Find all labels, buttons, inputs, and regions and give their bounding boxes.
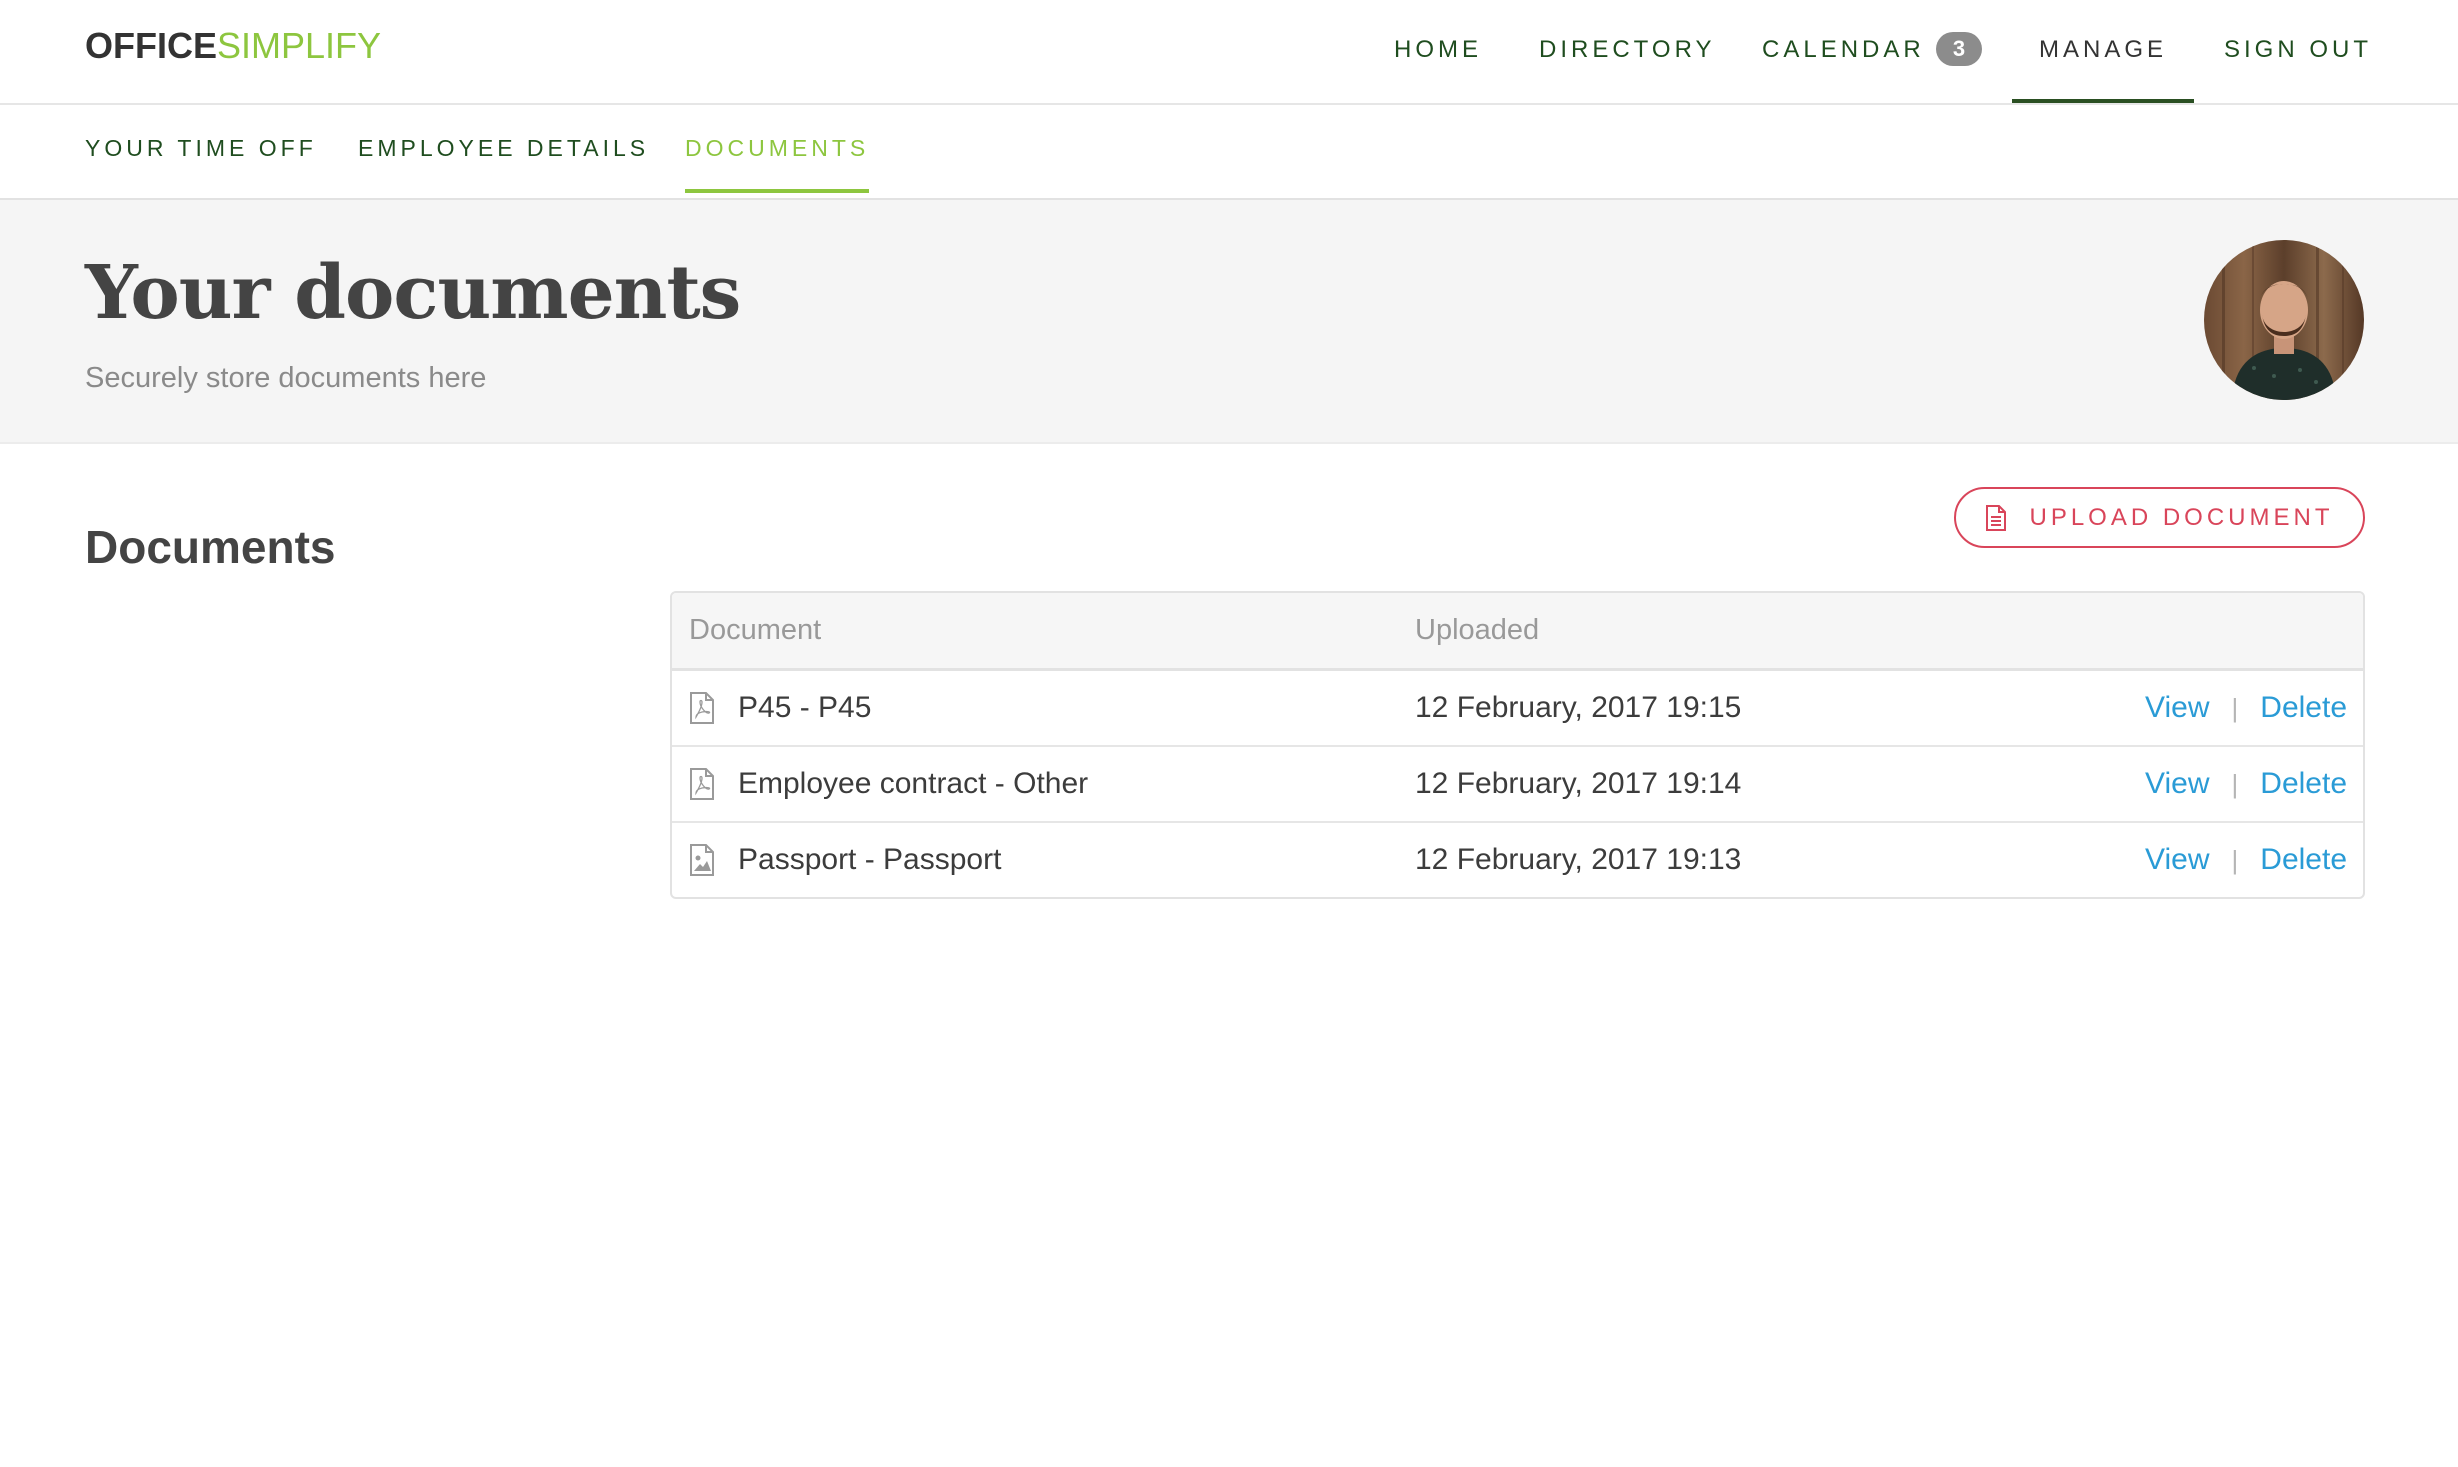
view-link[interactable]: View [2145,691,2209,724]
tab-documents[interactable]: DOCUMENTS [685,105,870,193]
tab-your-time-off[interactable]: YOUR TIME OFF [85,105,317,193]
nav-directory[interactable]: DIRECTORY [1539,0,1715,103]
avatar-photo [2204,240,2364,400]
nav-sign-out[interactable]: SIGN OUT [2224,0,2372,103]
document-name: P45 - P45 [738,691,872,724]
delete-link[interactable]: Delete [2260,691,2347,724]
uploaded-date: 12 February, 2017 19:13 [1415,843,1742,876]
page-subtitle: Securely store documents here [85,362,487,394]
document-name: Passport - Passport [738,843,1002,876]
uploaded-date: 12 February, 2017 19:15 [1415,691,1742,724]
document-icon [1986,504,2007,531]
document-name: Employee contract - Other [738,767,1089,800]
delete-link[interactable]: Delete [2260,767,2347,800]
uploaded-date: 12 February, 2017 19:14 [1415,767,1742,800]
avatar[interactable] [2204,240,2364,400]
page-title: Your documents [85,250,741,336]
page-header: Your documents Securely store documents … [0,200,2458,444]
upload-document-button[interactable]: UPLOAD DOCUMENT [1954,487,2365,548]
nav-manage[interactable]: MANAGE [2012,0,2194,103]
view-link[interactable]: View [2145,767,2209,800]
nav-home[interactable]: HOME [1394,0,1482,103]
table-header: Document Uploaded [672,593,2363,671]
pdf-file-icon [690,768,714,800]
calendar-count-badge: 3 [1936,32,1982,66]
documents-section-title: Documents [85,521,336,573]
image-file-icon [690,844,714,876]
table-row: P45 - P45 12 February, 2017 19:15 View | D… [672,671,2363,747]
action-separator: | [2231,693,2239,723]
table-row: Employee contract - Other 12 February, 2… [672,747,2363,823]
column-header-document: Document [689,614,822,646]
sub-navigation-bar: YOUR TIME OFF EMPLOYEE DETAILS DOCUMENTS [0,105,2458,200]
nav-calendar[interactable]: CALENDAR [1762,0,1925,103]
pdf-file-icon [690,692,714,724]
upload-document-label: UPLOAD DOCUMENT [2029,503,2334,531]
top-navigation-bar: OFFICESIMPLIFY HOME DIRECTORY CALENDAR 3… [0,0,2458,105]
table-row: Passport - Passport 12 February, 2017 19… [672,823,2363,897]
documents-table: Document Uploaded P45 - P45 12 February,… [670,591,2365,899]
row-actions: View | Delete [2145,823,2347,897]
view-link[interactable]: View [2145,843,2209,876]
delete-link[interactable]: Delete [2260,843,2347,876]
row-actions: View | Delete [2145,747,2347,821]
row-actions: View | Delete [2145,671,2347,745]
action-separator: | [2231,769,2239,799]
column-header-uploaded: Uploaded [1415,614,1540,646]
main-nav: HOME DIRECTORY CALENDAR 3 MANAGE SIGN OU… [0,0,2458,105]
tab-employee-details[interactable]: EMPLOYEE DETAILS [358,105,649,193]
action-separator: | [2231,845,2239,875]
